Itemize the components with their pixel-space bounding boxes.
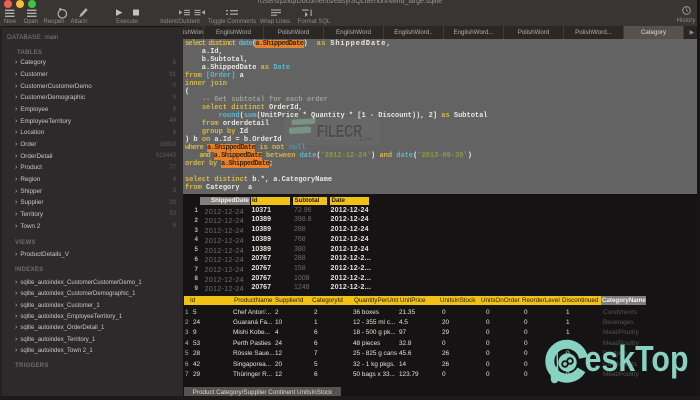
- svg-text:eskTop: eskTop: [585, 338, 689, 379]
